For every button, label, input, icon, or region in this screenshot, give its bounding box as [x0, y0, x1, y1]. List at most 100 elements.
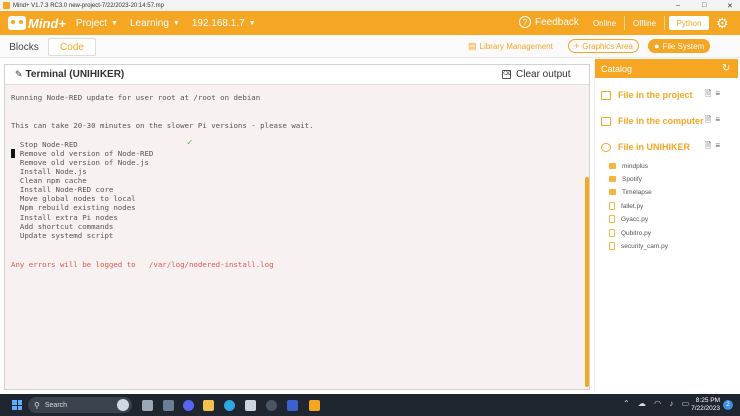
feedback-button[interactable]: ? Feedback: [519, 16, 579, 28]
terminal-panel: ✎ Terminal (UNIHIKER) ⌫ Clear output Run…: [4, 64, 590, 390]
file-system-icon: ●: [654, 41, 660, 51]
file-item-timelapse[interactable]: Timelapse: [609, 186, 652, 198]
refresh-icon[interactable]: ↻: [722, 63, 730, 74]
file-item-spotify[interactable]: Spotify: [609, 173, 642, 185]
caret-down-icon: ▼: [248, 19, 256, 27]
widgets-icon[interactable]: [163, 400, 174, 411]
edit-icon: ✎: [15, 69, 23, 79]
terminal-header: ✎ Terminal (UNIHIKER) ⌫ Clear output: [5, 65, 589, 85]
folder-icon: [601, 90, 611, 100]
system-tray-icons[interactable]: ⌃ ☁ ◠ ♪ ▭: [623, 399, 692, 408]
editor-tabs-row: Blocks Code ▤ Library Management + Graph…: [0, 35, 740, 58]
close-button[interactable]: ✕: [727, 0, 733, 11]
library-icon: ▤: [468, 40, 477, 51]
mindplus-taskbar-icon[interactable]: [309, 400, 320, 411]
device-ip-label: 192.168.1.7: [191, 17, 245, 29]
folder-icon: [609, 189, 616, 195]
menu-learning-label: Learning: [129, 17, 169, 29]
taskbar-clock[interactable]: 8:25 PM 7/22/2023: [690, 397, 720, 413]
section-label: File in the project: [618, 90, 693, 100]
section-label: File in the computer: [618, 116, 704, 126]
python-file-icon: [609, 215, 615, 223]
file-item-qubitro[interactable]: Qubitro.py: [609, 227, 651, 239]
terminal-step: Update systemd script: [11, 231, 114, 240]
robot-logo-icon: [8, 16, 26, 30]
edge-icon[interactable]: [224, 400, 235, 411]
terminal-step: Npm rebuild existing nodes: [11, 203, 136, 212]
file-name: Qubitro.py: [621, 229, 651, 237]
mode-python[interactable]: Python: [669, 16, 709, 30]
notification-badge[interactable]: 2: [723, 400, 733, 410]
plus-icon: +: [574, 41, 580, 51]
window-title-bar: Mind+ V1.7.3 RC3.0 new-project-7/22/2023…: [0, 0, 740, 11]
menu-learning[interactable]: Learning ▼: [130, 18, 180, 29]
menu-device-ip[interactable]: 192.168.1.7 ▼: [192, 18, 256, 29]
store-icon[interactable]: [245, 400, 256, 411]
clock-date: 7/22/2023: [691, 405, 720, 412]
search-highlight-icon: [117, 399, 129, 411]
catalog-title: Catalog: [601, 63, 633, 74]
file-item-fallet[interactable]: fallet.py: [609, 200, 643, 212]
menu-project-label: Project: [75, 17, 108, 29]
file-item-mindplus[interactable]: mindplus: [609, 160, 648, 172]
windows-start-icon[interactable]: [12, 400, 22, 410]
gear-icon[interactable]: ⚙: [716, 16, 730, 30]
file-system-button[interactable]: ● File System: [648, 39, 711, 53]
terminal-scrollbar[interactable]: [585, 177, 589, 387]
mode-offline[interactable]: Offline: [625, 16, 665, 30]
graphics-area-button[interactable]: + Graphics Area: [568, 39, 639, 53]
file-item-security-cam[interactable]: security_cam.py: [609, 240, 668, 252]
section-actions[interactable]: 🗎≡: [705, 140, 724, 154]
minimize-button[interactable]: –: [676, 0, 680, 11]
section-actions[interactable]: 🗎≡: [705, 88, 724, 102]
terminal-step: Move global nodes to local: [11, 194, 136, 203]
terminal-step: Add shortcut commands: [11, 222, 114, 231]
caret-down-icon: ▼: [111, 19, 118, 27]
clear-icon: ⌫: [502, 70, 512, 79]
catalog-header: Catalog ↻: [595, 59, 738, 78]
terminal-step: Install Node.js: [11, 167, 87, 176]
file-item-gyacc[interactable]: Gyacc.py: [609, 213, 648, 225]
mode-online[interactable]: Online: [585, 16, 625, 30]
file-name: fallet.py: [621, 202, 644, 210]
taskbar-search[interactable]: ⚲ Search: [28, 397, 132, 413]
windows-taskbar: ⚲ Search ⌃ ☁ ◠ ♪ ▭ 8:25 PM 7/22/2023 2: [0, 394, 740, 416]
library-management-button[interactable]: ▤ Library Management: [468, 39, 553, 53]
question-icon: ?: [519, 16, 531, 28]
menu-project[interactable]: Project ▼: [76, 18, 118, 29]
tab-blocks[interactable]: Blocks: [2, 38, 46, 56]
section-file-in-project[interactable]: File in the project 🗎≡: [601, 88, 735, 102]
tab-code[interactable]: Code: [48, 38, 96, 56]
section-file-in-unihiker[interactable]: File in UNIHIKER 🗎≡: [601, 140, 735, 154]
clear-output-label: Clear output: [516, 69, 571, 80]
section-label: File in UNIHIKER: [618, 142, 691, 152]
logo-text: Mind+: [28, 15, 66, 31]
terminal-output[interactable]: Running Node-RED update for user root at…: [5, 86, 589, 389]
terminal-step: Stop Node-RED: [11, 140, 78, 149]
python-file-icon: [609, 202, 615, 210]
file-name: security_cam.py: [621, 242, 668, 250]
file-name: Spotify: [622, 175, 642, 183]
section-actions[interactable]: 🗎≡: [705, 114, 724, 128]
graphics-label: Graphics Area: [582, 41, 633, 51]
computer-icon: [601, 116, 611, 126]
file-explorer-icon[interactable]: [203, 400, 214, 411]
maximize-button[interactable]: □: [702, 0, 706, 11]
terminal-error-note: Any errors will be logged to /var/log/no…: [11, 260, 274, 269]
feedback-label: Feedback: [535, 16, 579, 28]
section-file-in-computer[interactable]: File in the computer 🗎≡: [601, 114, 735, 128]
terminal-line: This can take 20-30 minutes on the slowe…: [11, 121, 314, 130]
discord-icon[interactable]: [183, 400, 194, 411]
task-view-icon[interactable]: [142, 400, 153, 411]
terminal-step: Remove old version of Node-RED: [11, 149, 154, 158]
clear-output-button[interactable]: ⌫ Clear output: [502, 69, 570, 80]
file-name: Timelapse: [622, 188, 652, 196]
clock-time: 8:25 PM: [695, 397, 720, 404]
app-icon[interactable]: [266, 400, 277, 411]
terminal-step: Install Node-RED core: [11, 185, 114, 194]
editor-icon[interactable]: [287, 400, 298, 411]
mindplus-logo: Mind+: [8, 16, 66, 31]
top-menu-bar: Mind+ Project ▼ Learning ▼ 192.168.1.7 ▼ ? …: [0, 11, 740, 35]
folder-icon: [609, 163, 616, 169]
python-file-icon: [609, 242, 615, 250]
